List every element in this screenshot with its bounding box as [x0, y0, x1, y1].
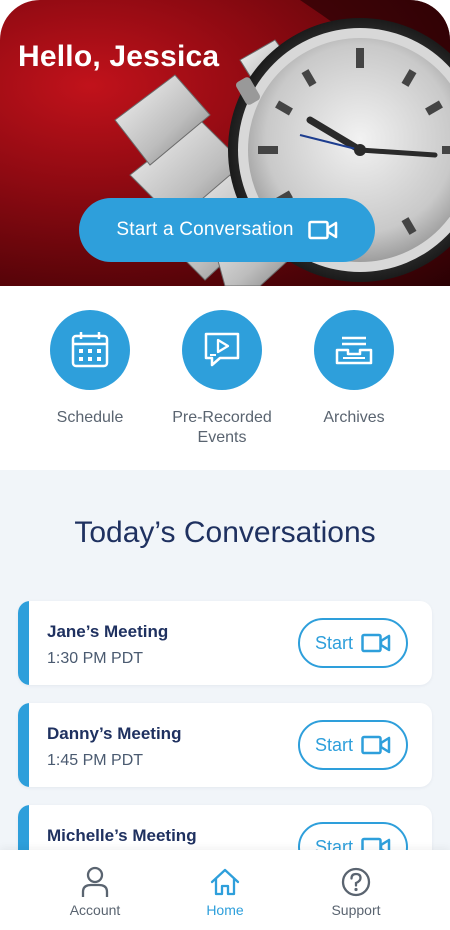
schedule-label: Schedule [56, 409, 124, 426]
nav-item-account[interactable]: Account [40, 866, 150, 918]
calendar-icon [71, 332, 109, 368]
start-meeting-button[interactable]: Start [298, 720, 408, 770]
video-chat-icon [204, 332, 240, 367]
nav-item-home[interactable]: Home [170, 866, 280, 918]
meeting-time: 1:45 PM PDT [47, 752, 144, 769]
video-camera-icon [361, 735, 391, 755]
pre-recorded-circle [182, 310, 262, 390]
card-accent [18, 601, 29, 685]
greeting-title: Hello, Jessica [18, 40, 220, 73]
conversation-card: Jane’s Meeting 1:30 PM PDT Start [18, 601, 432, 685]
archive-tray-icon [335, 336, 373, 365]
start-conversation-label: Start a Conversation [116, 219, 294, 240]
start-meeting-button[interactable]: Start [298, 618, 408, 668]
meeting-time: 1:30 PM PDT [47, 650, 144, 667]
bottom-nav: Account Home Support [0, 850, 450, 930]
start-conversation-button[interactable]: Start a Conversation [79, 198, 375, 262]
nav-label-account: Account [69, 902, 121, 918]
card-accent [18, 703, 29, 787]
nav-item-support[interactable]: Support [301, 866, 411, 918]
meeting-name: Michelle’s Meeting [47, 826, 197, 845]
app-screen: Hello, Jessica Start a Conversation Sche… [0, 0, 450, 930]
question-circle-icon [341, 867, 371, 897]
video-camera-icon [361, 633, 391, 653]
person-icon [81, 866, 109, 897]
home-icon [210, 868, 240, 896]
conversations-title: Today’s Conversations [74, 516, 376, 549]
nav-label-home: Home [206, 902, 244, 918]
nav-label-support: Support [331, 902, 381, 918]
hero-banner: Hello, Jessica Start a Conversation [0, 0, 450, 286]
conversation-card: Danny’s Meeting 1:45 PM PDT Start [18, 703, 432, 787]
pre-recorded-events-action[interactable]: Pre-Recorded Events [157, 310, 287, 448]
start-label: Start [314, 632, 353, 653]
start-label: Start [314, 734, 353, 755]
meeting-name: Danny’s Meeting [47, 724, 182, 743]
video-camera-icon [307, 220, 337, 240]
quick-actions: Schedule Pre-Recorded Events Archives [0, 286, 450, 470]
archives-circle [314, 310, 394, 390]
pre-recorded-label: Pre-Recorded Events [172, 409, 272, 446]
archives-label: Archives [323, 409, 385, 426]
archives-action[interactable]: Archives [289, 310, 419, 428]
schedule-circle [50, 310, 130, 390]
schedule-action[interactable]: Schedule [25, 310, 155, 428]
meeting-name: Jane’s Meeting [47, 622, 169, 641]
